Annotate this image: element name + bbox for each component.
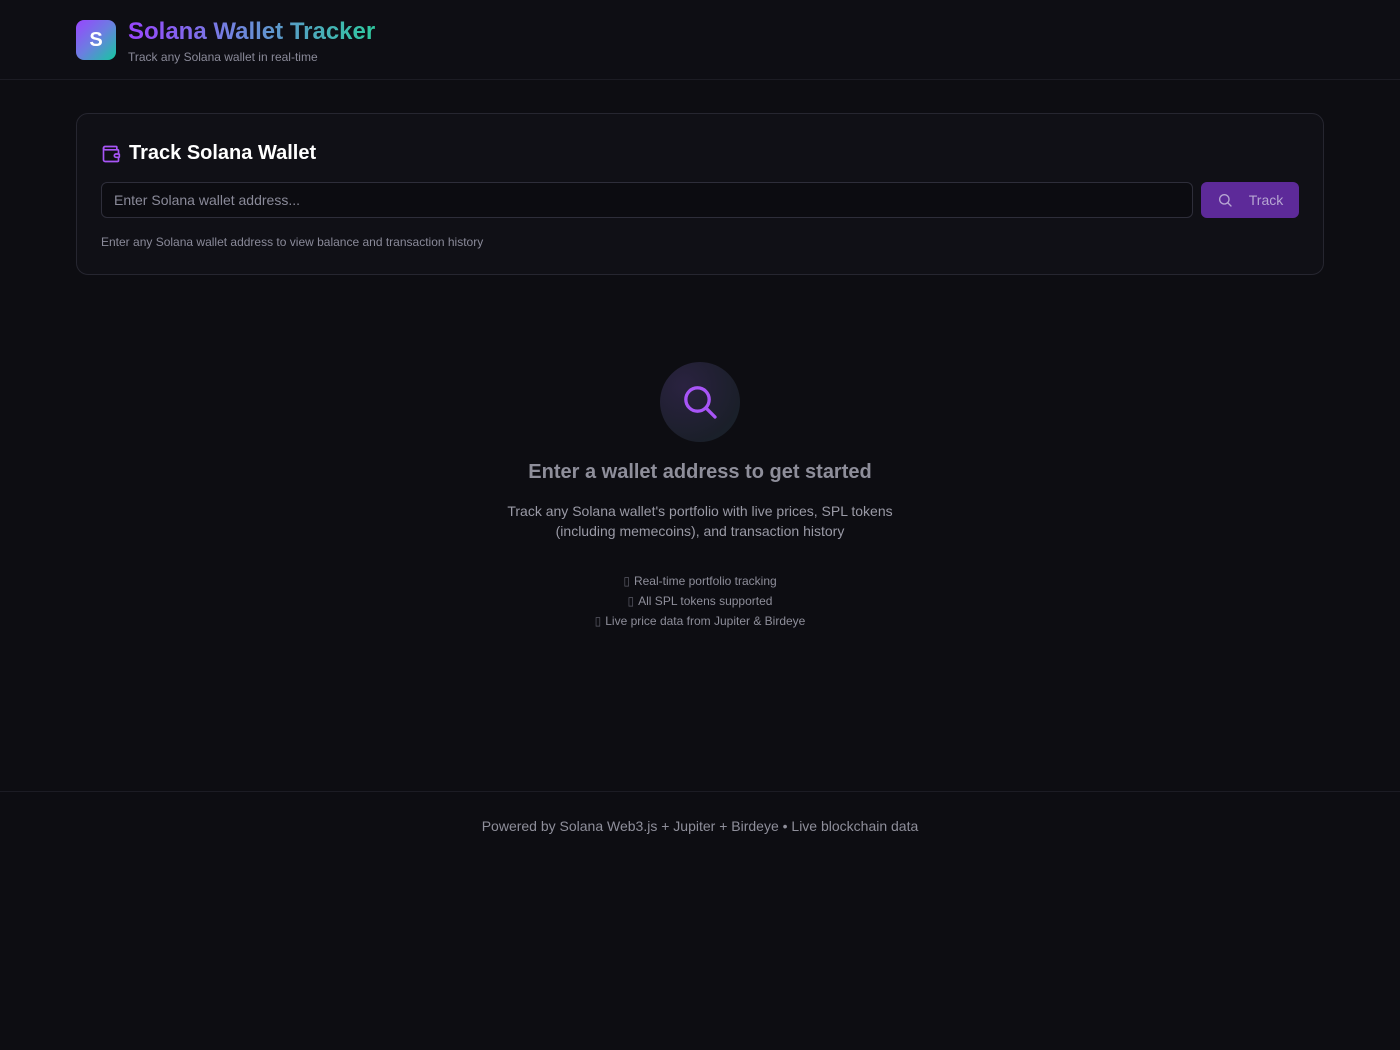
wallet-address-input[interactable] — [101, 182, 1193, 218]
list-item: ▯ Live price data from Jupiter & Birdeye — [594, 614, 806, 628]
title-block: Solana Wallet Tracker Track any Solana w… — [128, 17, 375, 64]
wallet-icon — [101, 144, 121, 164]
app-title: Solana Wallet Tracker — [128, 18, 376, 45]
app-header: S Solana Wallet Tracker Track any Solana… — [0, 0, 1400, 80]
card-header: Track Solana Wallet — [101, 142, 316, 165]
track-button-label: Track — [1248, 192, 1284, 208]
empty-state-title: Enter a wallet address to get started — [528, 461, 872, 483]
card-title: Track Solana Wallet — [129, 142, 317, 164]
brand: S Solana Wallet Tracker Track any Solana… — [76, 17, 375, 64]
app-logo: S — [76, 20, 116, 60]
list-item: ▯ All SPL tokens supported — [627, 594, 773, 608]
footer-text: Powered by Solana Web3.js + Jupiter + Bi… — [481, 818, 919, 834]
empty-state: Enter a wallet address to get started Tr… — [0, 362, 1400, 631]
footer: Powered by Solana Web3.js + Jupiter + Bi… — [0, 791, 1400, 861]
helper-text: Enter any Solana wallet address to view … — [101, 235, 484, 249]
empty-state-description: Track any Solana wallet's portfolio with… — [507, 503, 893, 539]
track-button[interactable]: Track — [1201, 182, 1299, 218]
feature-list: ▯ Real-time portfolio tracking ▯ All SPL t… — [0, 571, 1400, 631]
search-icon — [660, 362, 740, 442]
list-item: ▯ Real-time portfolio tracking — [623, 574, 777, 588]
bullet-icon: ▯ — [623, 574, 630, 588]
bullet-icon: ▯ — [627, 594, 635, 608]
bullet-icon: ▯ — [594, 614, 602, 628]
search-icon — [1217, 192, 1233, 208]
app-subtitle: Track any Solana wallet in real-time — [128, 50, 318, 64]
track-wallet-card: Track Solana Wallet Track Enter any Sola… — [76, 113, 1324, 275]
